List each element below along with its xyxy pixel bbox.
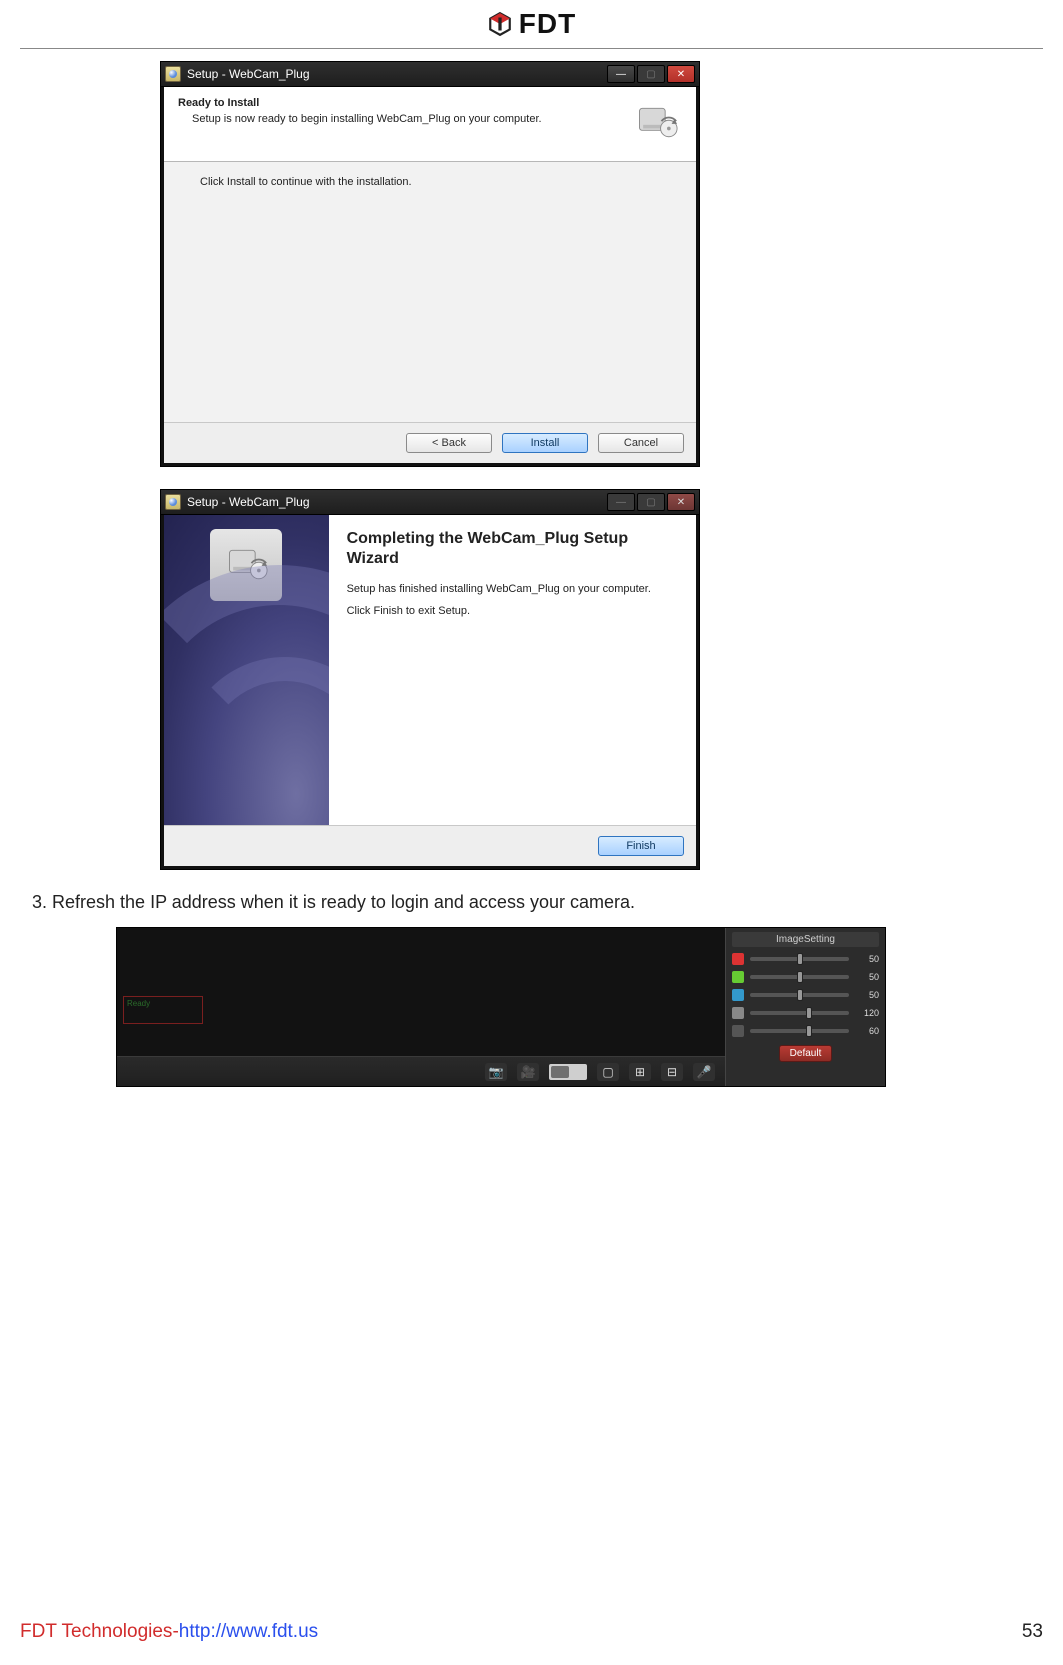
video-icon[interactable]: 🎥 <box>517 1063 539 1081</box>
slider-value: 50 <box>855 972 879 982</box>
footer-text: FDT Technologies-http://www.fdt.us <box>20 1621 318 1643</box>
window-titlebar[interactable]: Setup - WebCam_Plug — ▢ ✕ <box>161 490 699 515</box>
wizard-footer: < Back Install Cancel <box>164 422 696 463</box>
slider-thumb[interactable] <box>797 989 803 1001</box>
installer-app-icon <box>165 66 181 82</box>
slider-thumb[interactable] <box>806 1025 812 1037</box>
brand-hex-icon <box>487 11 513 37</box>
page-number: 53 <box>1022 1621 1043 1643</box>
wizard-footer: Finish <box>164 825 696 866</box>
installer-app-icon <box>165 494 181 510</box>
window-title: Setup - WebCam_Plug <box>187 67 605 81</box>
slider-value: 50 <box>855 954 879 964</box>
doc-header: FDT <box>20 0 1043 49</box>
camera-toolbar: 📷 🎥 ▢ ⊞ ⊟ 🎤 <box>117 1056 725 1086</box>
close-button: ✕ <box>667 493 695 511</box>
image-slider-row: 50 <box>732 971 879 983</box>
wizard-heading: Ready to Install <box>178 97 618 109</box>
slider-value: 60 <box>855 1026 879 1036</box>
image-slider-row: 50 <box>732 989 879 1001</box>
camera-icon[interactable]: 📷 <box>485 1063 507 1081</box>
image-slider-row: 60 <box>732 1025 879 1037</box>
layout-quad-icon[interactable]: ⊞ <box>629 1063 651 1081</box>
wizard-side-graphic <box>164 515 329 825</box>
maximize-button: ▢ <box>637 493 665 511</box>
wizard-header: Ready to Install Setup is now ready to b… <box>164 87 696 162</box>
slider-value: 120 <box>855 1008 879 1018</box>
footer-company: FDT Technologies <box>20 1621 172 1642</box>
installer-disk-icon <box>630 97 682 149</box>
window-title: Setup - WebCam_Plug <box>187 495 605 509</box>
mic-icon[interactable]: 🎤 <box>693 1063 715 1081</box>
step-3-instruction: 3. Refresh the IP address when it is rea… <box>32 892 1043 913</box>
wizard-body: Click Install to continue with the insta… <box>164 162 696 422</box>
slider-track[interactable] <box>750 1011 849 1015</box>
slider-color-swatch <box>732 1007 744 1019</box>
camera-video-area: Ready 📷 🎥 ▢ ⊞ ⊟ 🎤 <box>117 928 725 1086</box>
slider-thumb[interactable] <box>797 971 803 983</box>
footer-url[interactable]: http://www.fdt.us <box>179 1621 318 1642</box>
brand-logo: FDT <box>487 8 576 40</box>
install-button[interactable]: Install <box>502 433 588 453</box>
brand-text: FDT <box>519 8 576 40</box>
image-settings-title: ImageSetting <box>732 932 879 947</box>
wizard-subheading: Setup is now ready to begin installing W… <box>192 113 618 125</box>
installer-complete-window: Setup - WebCam_Plug — ▢ ✕ <box>160 489 700 870</box>
cancel-button[interactable]: Cancel <box>598 433 684 453</box>
slider-thumb[interactable] <box>797 953 803 965</box>
slider-color-swatch <box>732 953 744 965</box>
slider-track[interactable] <box>750 993 849 997</box>
ready-indicator: Ready <box>123 996 203 1024</box>
layout-single-icon[interactable]: ▢ <box>597 1063 619 1081</box>
wizard-complete-line2: Click Finish to exit Setup. <box>347 605 678 617</box>
default-button[interactable]: Default <box>779 1045 833 1062</box>
installer-disk-icon <box>210 529 282 601</box>
slider-color-swatch <box>732 1025 744 1037</box>
close-button[interactable]: ✕ <box>667 65 695 83</box>
wizard-complete-heading: Completing the WebCam_Plug Setup Wizard <box>347 529 678 569</box>
slider-track[interactable] <box>750 1029 849 1033</box>
image-slider-row: 50 <box>732 953 879 965</box>
image-slider-row: 120 <box>732 1007 879 1019</box>
minimize-button[interactable]: — <box>607 65 635 83</box>
slider-color-swatch <box>732 971 744 983</box>
layout-nine-icon[interactable]: ⊟ <box>661 1063 683 1081</box>
slider-color-swatch <box>732 989 744 1001</box>
minimize-button: — <box>607 493 635 511</box>
slider-thumb[interactable] <box>806 1007 812 1019</box>
record-toggle[interactable] <box>549 1064 587 1080</box>
maximize-button: ▢ <box>637 65 665 83</box>
back-button[interactable]: < Back <box>406 433 492 453</box>
wizard-body-text: Click Install to continue with the insta… <box>200 176 412 188</box>
window-titlebar[interactable]: Setup - WebCam_Plug — ▢ ✕ <box>161 62 699 87</box>
installer-ready-window: Setup - WebCam_Plug — ▢ ✕ Ready to Insta… <box>160 61 700 467</box>
image-settings-panel: ImageSetting 50 50 50 120 60 Default <box>725 928 885 1086</box>
slider-value: 50 <box>855 990 879 1000</box>
camera-web-ui: Ready 📷 🎥 ▢ ⊞ ⊟ 🎤 ImageSetting 50 50 50 120… <box>116 927 886 1087</box>
wizard-complete-body: Completing the WebCam_Plug Setup Wizard … <box>164 515 696 825</box>
wizard-complete-line1: Setup has finished installing WebCam_Plu… <box>347 583 678 595</box>
finish-button[interactable]: Finish <box>598 836 684 856</box>
slider-track[interactable] <box>750 957 849 961</box>
slider-track[interactable] <box>750 975 849 979</box>
doc-footer: FDT Technologies-http://www.fdt.us 53 <box>20 1621 1043 1643</box>
